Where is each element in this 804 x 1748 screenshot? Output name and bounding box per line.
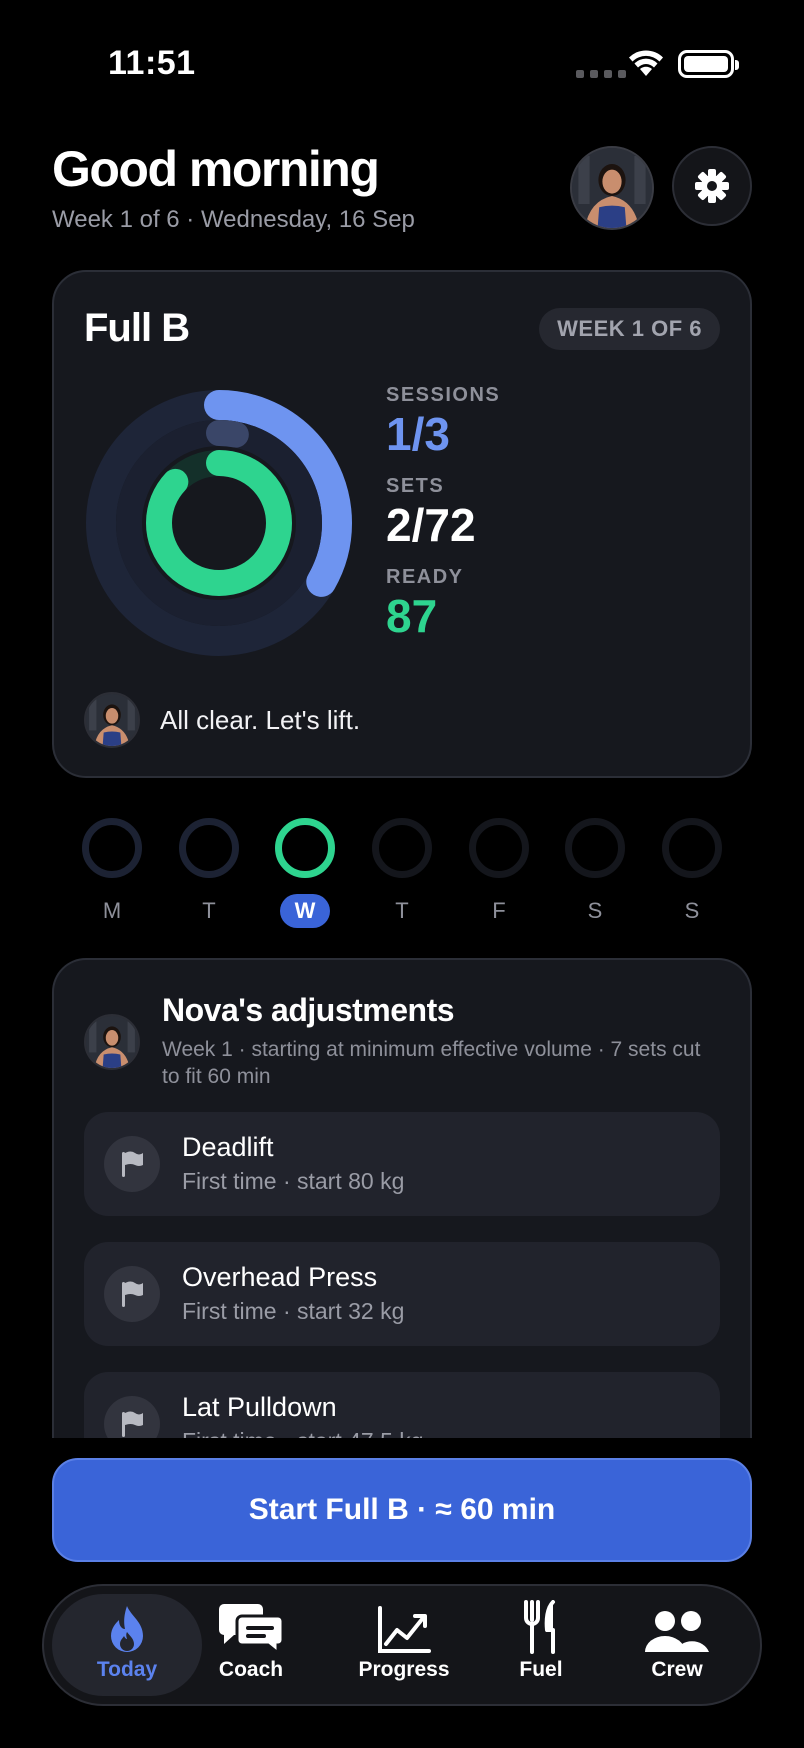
tab-label: Coach	[218, 1658, 284, 1681]
flag-icon	[104, 1136, 160, 1192]
day-thursday[interactable]: T	[370, 818, 434, 928]
profile-avatar[interactable]	[570, 146, 654, 230]
stat-label: SESSIONS	[386, 384, 501, 406]
status-time: 11:51	[108, 44, 196, 82]
tab-bar: Today Coach Progress Fuel Crew	[42, 1584, 762, 1706]
program-summary-card[interactable]: Full B WEEK 1 OF 6 SESSIONS 1/3 SETS 2/7…	[52, 270, 752, 778]
stat-sessions: SESSIONS 1/3	[386, 384, 500, 461]
stat-label: READY	[386, 566, 464, 588]
coach-status: All clear. Let's lift.	[84, 692, 360, 748]
flag-icon	[104, 1266, 160, 1322]
people-icon	[602, 1594, 752, 1654]
cellular-signal-icon	[576, 70, 626, 78]
exercise-detail: First time · start 32 kg	[182, 1298, 405, 1324]
day-ring	[372, 818, 432, 878]
coach-avatar	[84, 692, 140, 748]
day-monday[interactable]: M	[80, 818, 144, 928]
adjustments-card: Nova's adjustments Week 1 · starting at …	[52, 958, 752, 1478]
gear-icon	[695, 169, 729, 203]
wifi-icon	[628, 48, 664, 83]
stat-ready: READY 87	[386, 566, 500, 643]
stat-label: SETS	[386, 475, 445, 497]
coach-message: All clear. Let's lift.	[160, 704, 361, 735]
stat-value: 1/3	[386, 408, 450, 460]
day-sunday[interactable]: S	[660, 818, 724, 928]
exercise-item[interactable]: Deadlift First time · start 80 kg	[84, 1112, 720, 1216]
day-friday[interactable]: F	[467, 818, 531, 928]
tab-label: Progress	[358, 1658, 450, 1681]
settings-button[interactable]	[672, 146, 752, 226]
tab-progress[interactable]: Progress	[329, 1594, 479, 1696]
fork-knife-icon	[466, 1594, 616, 1654]
page-subtitle: Week 1 of 6 · Wednesday, 16 Sep	[52, 206, 415, 233]
day-label: S	[684, 898, 700, 923]
day-ring	[662, 818, 722, 878]
ready-ring	[146, 450, 292, 596]
day-saturday[interactable]: S	[563, 818, 627, 928]
page-title: Good morning	[52, 141, 380, 197]
day-ring	[179, 818, 239, 878]
day-label: T	[395, 898, 409, 923]
program-title: Full B	[84, 306, 190, 350]
day-ring	[469, 818, 529, 878]
tab-fuel[interactable]: Fuel	[466, 1594, 616, 1696]
tab-crew[interactable]: Crew	[602, 1594, 752, 1696]
chat-bubbles-icon	[176, 1594, 326, 1654]
day-label: F	[492, 898, 506, 923]
day-tuesday[interactable]: T	[177, 818, 241, 928]
adjustments-subtitle: Week 1 · starting at minimum effective v…	[162, 1038, 701, 1088]
tab-label: Fuel	[519, 1658, 563, 1681]
activity-rings	[86, 390, 352, 656]
chart-trend-icon	[329, 1594, 479, 1654]
exercise-item[interactable]: Overhead Press First time · start 32 kg	[84, 1242, 720, 1346]
day-label: W	[280, 894, 330, 928]
tab-label: Crew	[651, 1658, 703, 1681]
stat-value: 87	[386, 590, 438, 642]
tab-coach[interactable]: Coach	[176, 1594, 326, 1696]
status-bar: 11:51	[0, 0, 804, 130]
coach-avatar	[84, 1014, 140, 1070]
day-ring	[565, 818, 625, 878]
day-wednesday[interactable]: W	[273, 818, 337, 928]
avatar-image	[572, 148, 652, 228]
battery-icon	[678, 50, 739, 78]
stats-list: SESSIONS 1/3 SETS 2/72 READY 87	[386, 384, 500, 657]
stat-value: 2/72	[386, 499, 476, 551]
week-day-strip: M T W T F S S	[80, 818, 724, 928]
day-label: S	[587, 898, 603, 923]
week-badge: WEEK 1 OF 6	[539, 308, 720, 350]
day-label: T	[202, 898, 216, 923]
exercise-name: Lat Pulldown	[182, 1392, 337, 1422]
exercise-name: Overhead Press	[182, 1262, 378, 1292]
adjustments-title: Nova's adjustments	[162, 992, 455, 1028]
day-ring	[275, 818, 335, 878]
exercise-name: Deadlift	[182, 1132, 274, 1162]
stat-sets: SETS 2/72	[386, 475, 500, 552]
day-label: M	[102, 898, 122, 923]
day-ring	[82, 818, 142, 878]
exercise-detail: First time · start 80 kg	[182, 1168, 405, 1194]
start-workout-button[interactable]: Start Full B · ≈ 60 min	[52, 1458, 752, 1562]
